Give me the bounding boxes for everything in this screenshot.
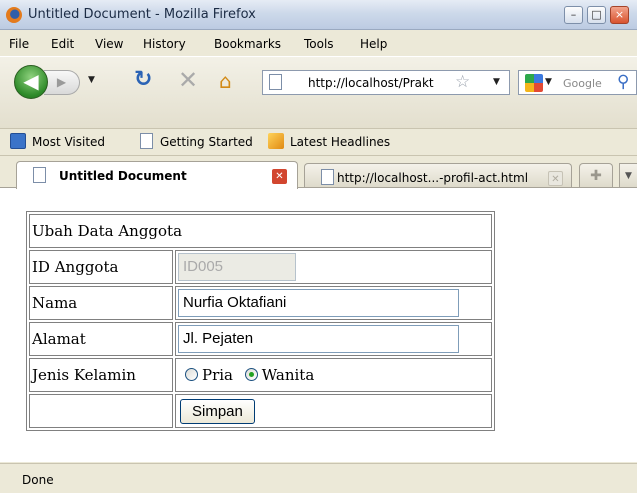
form-row-id: ID Anggota ID005 (29, 250, 492, 284)
stop-icon[interactable]: ✕ (178, 66, 198, 94)
bookmark-most-visited[interactable]: Most Visited (32, 135, 105, 149)
url-bar[interactable]: http://localhost/Prakt ☆ ▼ (262, 70, 510, 95)
form-heading: Ubah Data Anggota (29, 214, 492, 248)
search-engine-dropdown-icon[interactable]: ▼ (545, 77, 552, 87)
reload-icon[interactable]: ↻ (134, 67, 152, 92)
form-row-alamat: Alamat Jl. Pejaten (29, 322, 492, 356)
search-input[interactable]: Google ⚲ (557, 70, 637, 95)
menu-bookmarks[interactable]: Bookmarks (214, 37, 281, 51)
form-heading-row: Ubah Data Anggota (29, 214, 492, 248)
back-icon[interactable]: ◀ (14, 65, 48, 99)
minimize-button[interactable]: – (564, 6, 583, 24)
nama-label: Nama (29, 286, 173, 320)
radio-pria-label: Pria (202, 366, 234, 384)
url-text[interactable]: http://localhost/Prakt (308, 76, 434, 90)
menu-bar: File Edit View History Bookmarks Tools H… (0, 31, 637, 56)
empty-cell (29, 394, 173, 428)
page-icon (269, 74, 282, 90)
radio-wanita-label: Wanita (261, 366, 315, 384)
new-tab-icon[interactable]: ✚ (579, 163, 613, 189)
page-icon (321, 169, 334, 185)
menu-history[interactable]: History (143, 37, 186, 51)
rss-icon (268, 133, 284, 149)
star-icon[interactable]: ☆ (455, 72, 470, 92)
page-icon (140, 133, 153, 149)
tab-strip: Untitled Document ✕ http://localhost...-… (0, 155, 637, 189)
forward-icon[interactable]: ▶ (44, 70, 80, 95)
nama-field[interactable]: Nurfia Oktafiani (178, 289, 459, 317)
window-title: Untitled Document - Mozilla Firefox (28, 7, 256, 22)
gender-label: Jenis Kelamin (29, 358, 173, 392)
bookmarks-toolbar: Most Visited Getting Started Latest Head… (0, 128, 637, 155)
form-row-submit: Simpan (29, 394, 492, 428)
close-button[interactable]: × (610, 6, 629, 24)
status-text: Done (22, 473, 54, 487)
tab-label: Untitled Document (59, 169, 187, 183)
menu-edit[interactable]: Edit (51, 37, 74, 51)
url-dropdown-icon[interactable]: ▼ (493, 77, 500, 87)
form-row-gender: Jenis Kelamin Pria Wanita (29, 358, 492, 392)
search-icon[interactable]: ⚲ (617, 72, 629, 92)
tab-untitled-document[interactable]: Untitled Document ✕ (16, 161, 298, 189)
window-titlebar: Untitled Document - Mozilla Firefox – □ … (0, 0, 637, 30)
maximize-button[interactable]: □ (587, 6, 606, 24)
menu-file[interactable]: File (9, 37, 29, 51)
id-label: ID Anggota (29, 250, 173, 284)
navigation-toolbar: ▶ ◀ ▼ ↻ ✕ ⌂ http://localhost/Prakt ☆ ▼ ▼… (0, 56, 637, 128)
search-placeholder: Google (563, 77, 602, 90)
list-all-tabs-icon[interactable]: ▼ (619, 163, 637, 189)
bookmark-getting-started[interactable]: Getting Started (160, 135, 253, 149)
home-icon[interactable]: ⌂ (219, 69, 232, 93)
radio-wanita[interactable] (244, 368, 258, 381)
edit-member-form: Ubah Data Anggota ID Anggota ID005 Nama … (26, 211, 495, 431)
radio-pria[interactable] (185, 368, 198, 381)
page-content: Ubah Data Anggota ID Anggota ID005 Nama … (0, 187, 637, 462)
alamat-field[interactable]: Jl. Pejaten (178, 325, 459, 353)
search-engine-selector[interactable]: ▼ (518, 70, 558, 95)
history-dropdown-icon[interactable]: ▼ (88, 75, 95, 85)
alamat-label: Alamat (29, 322, 173, 356)
menu-view[interactable]: View (95, 37, 123, 51)
menu-help[interactable]: Help (360, 37, 387, 51)
form-row-nama: Nama Nurfia Oktafiani (29, 286, 492, 320)
close-tab-icon[interactable]: ✕ (272, 169, 287, 184)
tab-label: http://localhost...-profil-act.html (337, 171, 529, 185)
status-bar: Done (0, 463, 637, 493)
most-visited-icon (10, 133, 26, 149)
menu-tools[interactable]: Tools (304, 37, 334, 51)
id-field: ID005 (178, 253, 296, 281)
firefox-logo-icon (6, 7, 22, 23)
save-button[interactable]: Simpan (180, 398, 255, 424)
tab-profil-act[interactable]: http://localhost...-profil-act.html ✕ (304, 163, 572, 189)
page-icon (33, 167, 46, 183)
bookmark-latest-headlines[interactable]: Latest Headlines (290, 135, 390, 149)
close-tab-icon[interactable]: ✕ (548, 171, 563, 186)
google-icon (525, 74, 543, 92)
